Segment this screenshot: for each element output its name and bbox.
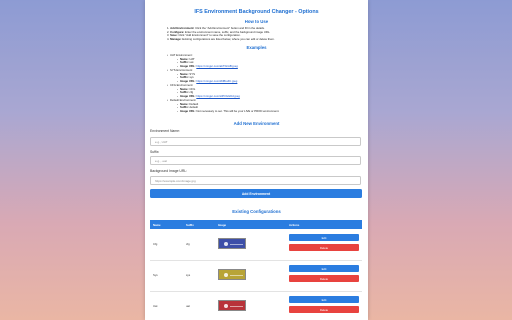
configs-heading: Existing Configurations — [232, 209, 281, 214]
page-title: IFS Environment Background Changer - Opt… — [194, 9, 319, 15]
row-suffix: sys — [186, 273, 191, 277]
configs-table-header: Name Suffix Image Actions — [150, 220, 362, 229]
example-url-link[interactable]: https://i.imgur.com/dNBtuZC.jpeg — [196, 79, 237, 83]
thumbnail-text-shape — [230, 274, 243, 276]
url-label: Image URL: — [180, 63, 196, 68]
table-row: Uat uat Edit Delete — [150, 291, 362, 320]
url-value: Not necessary to set. This will be your … — [196, 108, 280, 113]
thumbnail-logo-shape — [224, 304, 228, 308]
delete-button[interactable]: Delete — [289, 275, 359, 282]
url-label: Image URL: — [180, 93, 196, 98]
background-url-label: Background Image URL: — [150, 169, 188, 173]
row-name: Uat — [153, 304, 158, 308]
add-form-heading: Add New Environment — [233, 121, 280, 126]
suffix-label: Suffix: — [150, 150, 160, 154]
step-text: Existing configurations are listed below… — [181, 36, 275, 41]
row-name: Sys — [153, 273, 158, 277]
column-header-actions: Actions — [289, 223, 300, 227]
thumbnail-logo-shape — [224, 242, 228, 246]
example-url-link[interactable]: https://i.imgur.com/HPOGGDd.jpeg — [196, 94, 240, 98]
url-label: Image URL: — [180, 78, 196, 83]
step-number: 4. — [167, 36, 170, 41]
suffix-input[interactable] — [150, 156, 361, 165]
column-header-name: Name — [153, 223, 161, 227]
edit-button[interactable]: Edit — [289, 265, 359, 272]
example-url-link[interactable]: https://i.imgur.com/abTDcAB.jpeg — [196, 64, 238, 68]
example-default-url: Image URL: Not necessary to set. This wi… — [177, 108, 280, 113]
column-header-image: Image — [218, 223, 227, 227]
options-card: IFS Environment Background Changer - Opt… — [145, 0, 368, 320]
url-label: Image URL: — [180, 108, 196, 113]
edit-button[interactable]: Edit — [289, 234, 359, 241]
thumbnail-text-shape — [230, 305, 243, 307]
how-to-heading: How to Use — [244, 19, 269, 24]
step-title: Manage: — [170, 36, 182, 41]
delete-button[interactable]: Delete — [289, 306, 359, 313]
edit-button[interactable]: Edit — [289, 296, 359, 303]
environment-name-input[interactable] — [150, 137, 361, 146]
row-name: Cfg — [153, 242, 158, 246]
how-to-step-4: 4. Manage: Existing configurations are l… — [167, 36, 275, 41]
background-thumbnail — [218, 269, 246, 280]
table-row: Sys sys Edit Delete — [150, 260, 362, 292]
delete-button[interactable]: Delete — [289, 244, 359, 251]
row-suffix: uat — [186, 304, 190, 308]
thumbnail-logo-shape — [224, 273, 228, 277]
background-thumbnail — [218, 300, 246, 311]
thumbnail-text-shape — [230, 243, 243, 245]
add-environment-button[interactable]: Add Environment — [150, 189, 362, 198]
background-url-input[interactable] — [150, 176, 361, 185]
environment-name-label: Environment Name: — [150, 129, 180, 133]
background-thumbnail — [218, 238, 246, 249]
examples-heading: Examples — [246, 45, 267, 50]
table-row: Cfg cfg Edit Delete — [150, 229, 362, 261]
row-suffix: cfg — [186, 242, 190, 246]
column-header-suffix: Suffix — [186, 223, 194, 227]
